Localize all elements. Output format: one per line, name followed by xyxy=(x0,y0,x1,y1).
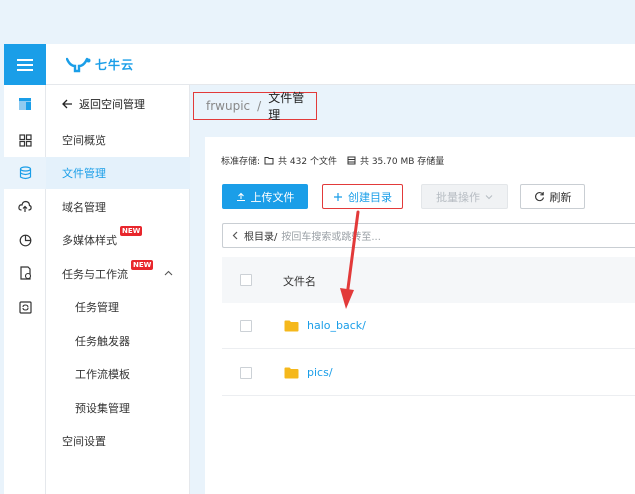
refresh-label: 刷新 xyxy=(549,190,572,204)
breadcrumb-separator: / xyxy=(257,99,262,113)
folder-outline-icon xyxy=(264,157,274,165)
sidebar-item-space-settings[interactable]: 空间设置 xyxy=(46,425,190,457)
storage-size-icon xyxy=(347,156,356,165)
back-to-space-management[interactable]: 返回空间管理 xyxy=(62,96,145,112)
sidebar-item-domain[interactable]: 域名管理 xyxy=(46,191,190,223)
storage-logo-icon xyxy=(19,98,31,110)
top-header: 七牛云 xyxy=(4,44,635,85)
menu-toggle-button[interactable] xyxy=(4,44,46,85)
folder-name-link[interactable]: halo_back/ xyxy=(307,319,366,332)
storage-type-label: 标准存储: xyxy=(221,157,261,167)
sidebar-item-label: 任务触发器 xyxy=(75,335,130,348)
qiniu-logo-icon xyxy=(66,57,91,72)
folder-icon xyxy=(284,320,299,332)
iconbar-transcode[interactable] xyxy=(4,291,46,323)
table-row: pics/ xyxy=(222,350,635,396)
create-directory-label: 创建目录 xyxy=(348,190,392,204)
chevron-left-icon xyxy=(232,231,238,240)
chevron-up-icon xyxy=(164,270,173,276)
sidebar-item-preset[interactable]: 预设集管理 xyxy=(46,392,190,424)
refresh-button[interactable]: 刷新 xyxy=(520,184,585,209)
pie-chart-icon xyxy=(19,234,31,246)
database-icon xyxy=(19,166,31,180)
arrow-left-icon xyxy=(62,99,72,109)
dashboard-grid-icon xyxy=(18,133,32,147)
batch-operation-button[interactable]: 批量操作 xyxy=(421,184,508,209)
path-search-input[interactable]: 根目录/ 按回车搜索或跳转至... xyxy=(222,223,635,248)
sidebar-item-file-management[interactable]: 文件管理 xyxy=(46,157,190,189)
create-directory-button[interactable]: 创建目录 xyxy=(322,184,403,209)
iconbar-files[interactable] xyxy=(4,257,46,289)
sidebar-item-label: 空间概览 xyxy=(62,134,106,147)
storage-size: 共 35.70 MB 存储量 xyxy=(359,157,445,167)
upload-icon xyxy=(236,192,245,201)
sidebar-item-label: 任务与工作流 xyxy=(62,268,128,281)
sidebar-item-task-management[interactable]: 任务管理 xyxy=(46,291,190,323)
refresh-icon xyxy=(534,192,544,202)
batch-label: 批量操作 xyxy=(436,190,480,204)
breadcrumb-bucket[interactable]: frwupic xyxy=(206,99,250,113)
folder-icon xyxy=(284,367,299,379)
search-placeholder: 按回车搜索或跳转至... xyxy=(281,232,381,243)
table-row: halo_back/ xyxy=(222,303,635,349)
storage-stats: 标准存储: 共 432 个文件 共 35.70 MB 存储量 xyxy=(221,154,444,167)
sidebar-item-overview[interactable]: 空间概览 xyxy=(46,124,190,156)
hamburger-icon xyxy=(17,63,33,66)
logo-text: 七牛云 xyxy=(95,58,135,72)
qiniu-logo[interactable]: 七牛云 xyxy=(66,56,134,73)
file-count: 共 432 个文件 xyxy=(278,157,337,167)
sidebar-item-label: 多媒体样式 xyxy=(62,234,117,247)
iconbar-dashboard[interactable] xyxy=(4,124,46,156)
space-sidebar: 返回空间管理 空间概览 文件管理 域名管理 多媒体样式 NEW 任务与工作流 N… xyxy=(46,85,190,494)
sidebar-item-label: 预设集管理 xyxy=(75,402,130,415)
new-badge: NEW xyxy=(131,260,154,270)
upload-file-button[interactable]: 上传文件 xyxy=(222,184,308,209)
sidebar-item-workflow-template[interactable]: 工作流模板 xyxy=(46,358,190,390)
iconbar-cdn[interactable] xyxy=(4,190,46,222)
product-icon-bar xyxy=(4,85,46,494)
sidebar-item-label: 空间设置 xyxy=(62,435,106,448)
sidebar-item-label: 工作流模板 xyxy=(75,368,130,381)
breadcrumb-current: 文件管理 xyxy=(268,91,305,122)
column-header-filename: 文件名 xyxy=(283,275,316,288)
sidebar-item-label: 任务管理 xyxy=(75,301,119,314)
plus-icon xyxy=(334,192,342,201)
sidebar-item-label: 文件管理 xyxy=(62,167,106,180)
breadcrumb: frwupic / 文件管理 xyxy=(193,91,317,122)
file-manager-panel: 标准存储: 共 432 个文件 共 35.70 MB 存储量 上传文件 创建目录… xyxy=(205,137,635,494)
file-table-header: 文件名 xyxy=(222,257,635,303)
iconbar-stats[interactable] xyxy=(4,224,46,256)
back-label: 返回空间管理 xyxy=(79,98,145,111)
upload-label: 上传文件 xyxy=(250,190,295,204)
sidebar-item-task-trigger[interactable]: 任务触发器 xyxy=(46,325,190,357)
file-check-icon xyxy=(19,266,31,280)
sidebar-item-media-style[interactable]: 多媒体样式 NEW xyxy=(46,224,190,256)
row-checkbox[interactable] xyxy=(240,367,252,379)
path-prefix: 根目录/ xyxy=(244,232,278,243)
iconbar-storage[interactable] xyxy=(4,88,46,120)
refresh-box-icon xyxy=(18,300,32,314)
sidebar-item-task-workflow[interactable]: 任务与工作流 NEW xyxy=(46,258,190,290)
cloud-upload-icon xyxy=(18,200,32,212)
select-all-checkbox[interactable] xyxy=(240,274,252,286)
new-badge: NEW xyxy=(120,226,143,236)
chevron-down-icon xyxy=(485,194,493,199)
row-checkbox[interactable] xyxy=(240,320,252,332)
sidebar-item-label: 域名管理 xyxy=(62,201,106,214)
folder-name-link[interactable]: pics/ xyxy=(307,366,333,379)
iconbar-database[interactable] xyxy=(4,157,46,189)
